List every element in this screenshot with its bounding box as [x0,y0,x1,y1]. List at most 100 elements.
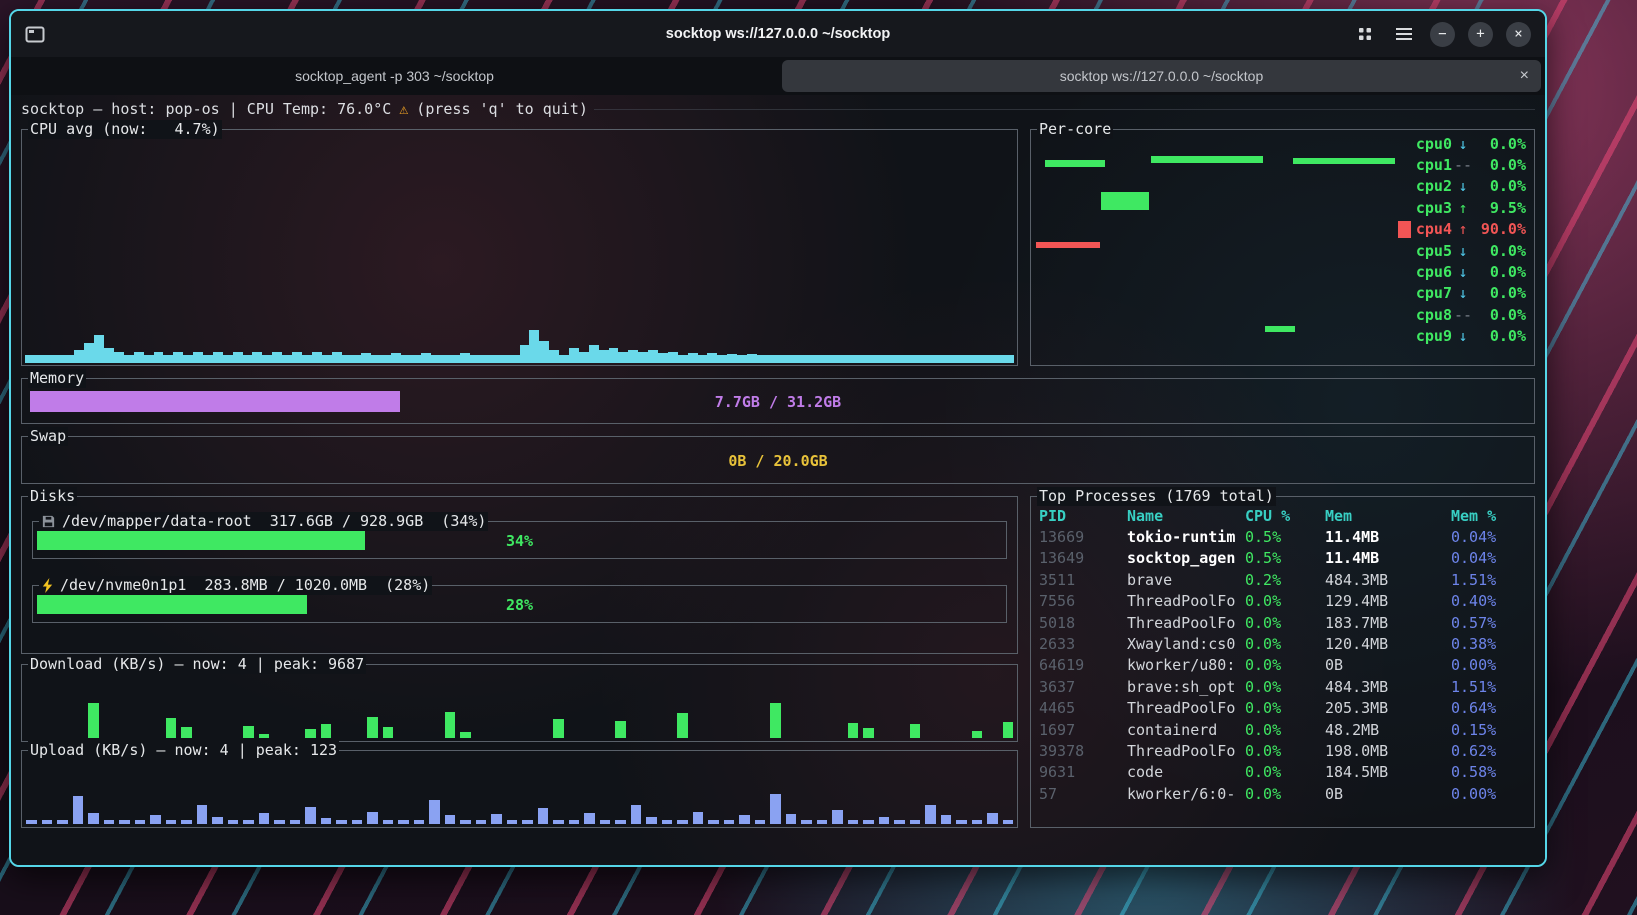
chart-bar [259,813,270,824]
process-row: 5018ThreadPoolFo0.0%183.7MB0.57% [1039,612,1526,633]
chart-bar [166,820,177,824]
chart-bar [863,728,874,738]
chart-bar [677,820,688,824]
chart-bar [321,818,332,824]
chart-bar [391,353,401,363]
chart-bar [846,355,856,363]
tab-overview-icon[interactable] [1352,21,1378,47]
cpu-avg-chart [25,144,1014,363]
swap-gauge: 0B / 20.0GB [30,450,1526,471]
tab-close-icon[interactable]: × [1520,67,1529,85]
process-cpu: 0.0% [1245,785,1325,803]
tab-socktop-agent[interactable]: socktop_agent -p 303 ~/socktop [15,60,774,92]
terminal-content[interactable]: socktop — host: pop-os | CPU Temp: 76.0°… [11,95,1545,865]
process-mem: 484.3MB [1325,571,1451,589]
chart-bar [569,820,580,824]
titlebar[interactable]: socktop ws://127.0.0.0 ~/socktop − + × [11,11,1545,57]
core-row: cpu9↓0.0% [1398,326,1526,347]
chart-bar [584,813,595,824]
chart-bar [618,352,628,363]
process-cpu: 0.0% [1245,635,1325,653]
process-pid: 57 [1039,785,1127,803]
chart-bar [817,820,828,824]
core-row: cpu7↓0.0% [1398,283,1526,304]
core-name: cpu6 [1416,263,1452,281]
col-cpu: CPU % [1245,507,1325,525]
process-name: ThreadPoolFo [1127,592,1245,610]
memory-title: Memory [28,369,86,388]
core-name: cpu1 [1416,156,1452,174]
chart-bar [476,820,487,824]
process-table-header: PID Name CPU % Mem Mem % [1039,505,1526,526]
core-trend-icon: ↓ [1452,327,1474,345]
chart-bar [243,820,254,824]
chart-bar [154,352,164,363]
minimize-button[interactable]: − [1430,22,1455,47]
process-mem: 11.4MB [1325,528,1451,546]
core-name: cpu5 [1416,242,1452,260]
chart-bar [490,355,500,363]
chart-bar [786,814,797,824]
core-row: cpu3↑9.5% [1398,197,1526,218]
chart-bar [863,820,874,824]
chart-bar [500,355,510,363]
core-value: 0.0% [1474,306,1526,324]
chart-bar [579,352,589,363]
chart-bar [305,807,316,824]
chart-bar [628,350,638,363]
chart-bar [491,814,502,824]
app-header-suffix: (press 'q' to quit) [416,100,588,118]
process-row: 64619kworker/u80:0.0%0B0.00% [1039,655,1526,676]
chart-bar [1003,820,1014,824]
core-value: 0.0% [1474,284,1526,302]
process-mem-percent: 1.51% [1451,571,1526,589]
process-mem-percent: 0.00% [1451,656,1526,674]
maximize-button[interactable]: + [1468,22,1493,47]
download-panel: Download (KB/s) — now: 4 | peak: 9687 [21,664,1018,742]
process-pid: 13649 [1039,549,1127,567]
chart-bar [429,800,440,824]
chart-bar [787,355,797,363]
process-row: 9631code0.0%184.5MB0.58% [1039,762,1526,783]
chart-bar [480,355,490,363]
chart-bar [727,354,737,363]
chart-bar [770,703,781,738]
close-button[interactable]: × [1506,22,1531,47]
chart-bar [553,820,564,824]
process-row: 13649socktop_agen0.5%11.4MB0.04% [1039,548,1526,569]
chart-bar [243,355,253,363]
core-row: cpu4↑90.0% [1398,219,1526,240]
new-window-icon[interactable] [25,24,49,44]
chart-bar [658,353,668,363]
chart-bar [747,354,757,363]
chart-bar [905,355,915,363]
menu-icon[interactable] [1391,21,1417,47]
chart-bar [181,820,192,824]
disk-data-root: /dev/mapper/data-root 317.6GB / 928.9GB … [32,521,1007,559]
chart-bar [134,352,144,363]
core-list: cpu0↓0.0%cpu1--0.0%cpu2↓0.0%cpu3↑9.5%cpu… [1398,133,1526,347]
disk-nvme-gauge: 28% [37,595,1002,614]
per-core-panel: Per-core cpu0↓0.0%cpu1--0.0%cpu2↓0.0%cpu… [1030,129,1535,366]
chart-bar [806,355,816,363]
chart-bar [631,805,642,824]
process-pid: 64619 [1039,656,1127,674]
chart-bar [262,355,272,363]
chart-bar [638,352,648,363]
process-mem: 184.5MB [1325,763,1451,781]
process-name: kworker/6:0- [1127,785,1245,803]
chart-bar [777,355,787,363]
download-title: Download (KB/s) — now: 4 | peak: 9687 [28,655,366,674]
core-activity-segment [1151,156,1263,163]
chart-bar [677,713,688,738]
core-trend-icon: ↓ [1452,263,1474,281]
chart-bar [972,820,983,824]
window-title: socktop ws://127.0.0.0 ~/socktop [666,26,890,42]
chart-bar [431,355,441,363]
download-chart [26,676,1013,738]
chart-bar [445,712,456,738]
memory-gauge: 7.7GB / 31.2GB [30,391,1526,412]
tab-socktop[interactable]: socktop ws://127.0.0.0 ~/socktop × [782,60,1541,92]
chart-bar [693,812,704,824]
chart-bar [135,820,146,824]
